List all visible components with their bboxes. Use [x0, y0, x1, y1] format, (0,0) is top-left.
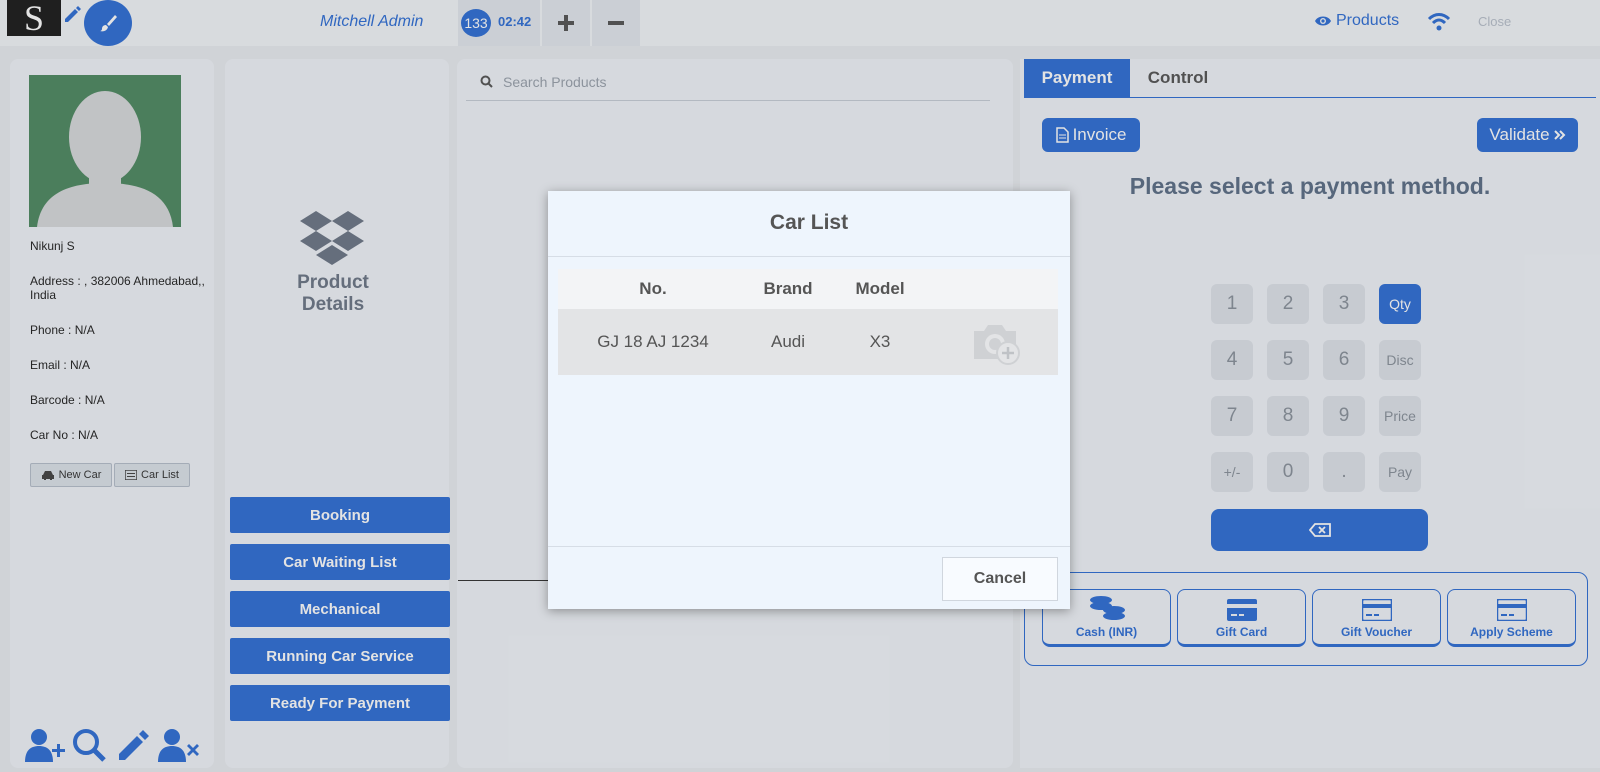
- car-number-cell: GJ 18 AJ 1234: [597, 332, 709, 351]
- cancel-button[interactable]: Cancel: [942, 557, 1058, 601]
- add-photo-icon[interactable]: [970, 321, 1022, 370]
- car-model-cell: X3: [869, 332, 891, 351]
- column-header-no: No.: [639, 279, 667, 298]
- column-header-model: Model: [855, 279, 905, 298]
- table-header: No. Brand Model: [558, 269, 1058, 309]
- car-brand-cell: Audi: [770, 332, 806, 351]
- table-row[interactable]: GJ 18 AJ 1234 Audi X3: [558, 309, 1058, 375]
- dialog-header-divider: [548, 256, 1070, 257]
- dialog-footer-divider: [548, 546, 1070, 547]
- car-list-dialog: Car List No. Brand Model GJ 18 AJ 1234 A…: [548, 191, 1070, 609]
- dialog-title: Car List: [769, 211, 849, 234]
- column-header-brand: Brand: [763, 279, 813, 298]
